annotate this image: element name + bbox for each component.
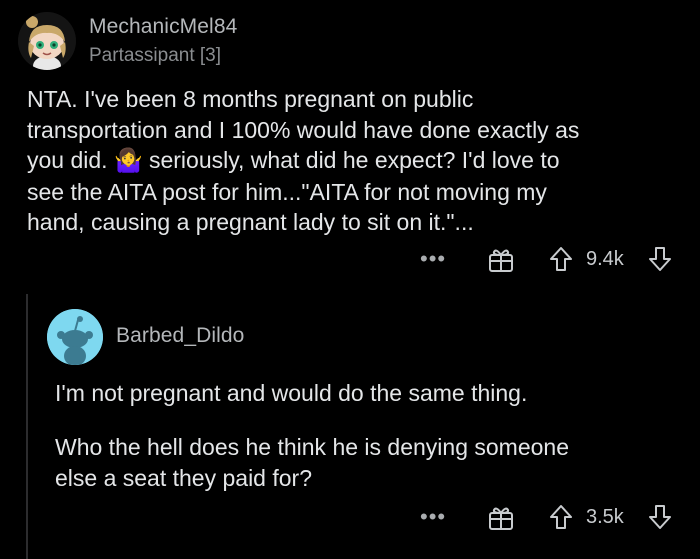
- vote-score: 9.4k: [586, 248, 624, 270]
- upvote-icon[interactable]: [548, 503, 574, 531]
- comment-body: NTA. I've been 8 months pregnant on publ…: [27, 84, 687, 238]
- more-options-button[interactable]: •••: [420, 246, 446, 272]
- award-icon[interactable]: [487, 504, 515, 532]
- award-icon[interactable]: [487, 246, 515, 274]
- avatar-illustration: [18, 12, 76, 70]
- downvote-icon[interactable]: [647, 503, 673, 531]
- vote-score: 3.5k: [586, 506, 624, 528]
- avatar[interactable]: [47, 309, 103, 365]
- username[interactable]: MechanicMel84: [89, 15, 237, 39]
- comment-body-paragraph-1: I'm not pregnant and would do the same t…: [55, 380, 528, 406]
- thread-line[interactable]: [26, 294, 28, 559]
- snoo-icon: [47, 309, 103, 365]
- more-options-button[interactable]: •••: [420, 504, 446, 530]
- user-flair: Partassipant [3]: [89, 45, 222, 66]
- upvote-icon[interactable]: [548, 245, 574, 273]
- shrug-emoji: 🤷‍♀️: [113, 148, 143, 174]
- comment-body-paragraph-2: Who the hell does he think he is denying…: [55, 434, 569, 491]
- downvote-icon[interactable]: [647, 245, 673, 273]
- avatar[interactable]: [18, 12, 76, 70]
- username[interactable]: Barbed_Dildo: [116, 324, 244, 348]
